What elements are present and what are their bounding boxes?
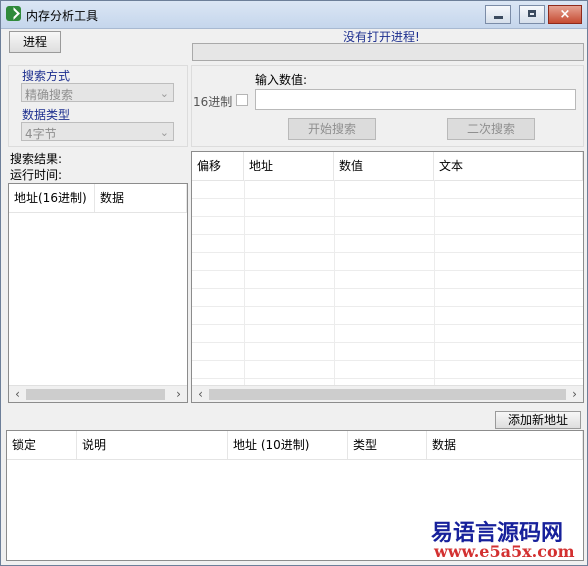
scrollbar-thumb[interactable] bbox=[26, 389, 165, 400]
maximize-button[interactable] bbox=[519, 5, 545, 24]
add-address-button[interactable]: 添加新地址 bbox=[495, 411, 581, 429]
chevron-down-icon: ⌄ bbox=[159, 126, 169, 139]
grid-line bbox=[192, 288, 583, 289]
start-search-button[interactable]: 开始搜索 bbox=[288, 118, 376, 140]
memory-horizontal-scrollbar[interactable]: ‹ › bbox=[192, 385, 583, 402]
scroll-left-icon[interactable]: ‹ bbox=[192, 386, 209, 403]
main-window: 内存分析工具 × 进程 没有打开进程! 搜索方式 精确搜索 ⌄ 数据类型 4字节… bbox=[0, 0, 588, 566]
grid-line bbox=[434, 180, 435, 385]
column-address-hex[interactable]: 地址(16进制) bbox=[9, 184, 95, 212]
memory-view-table[interactable]: 偏移 地址 数值 文本 ‹ › bbox=[191, 151, 584, 403]
scroll-right-icon[interactable]: › bbox=[566, 386, 583, 403]
search-mode-select[interactable]: 精确搜索 ⌄ bbox=[21, 83, 174, 102]
search-results-header: 地址(16进制) 数据 bbox=[9, 184, 187, 213]
grid-line bbox=[192, 342, 583, 343]
grid-line bbox=[192, 198, 583, 199]
input-value-label: 输入数值: bbox=[255, 73, 308, 87]
grid-line bbox=[192, 270, 583, 271]
data-type-value: 4字节 bbox=[25, 127, 57, 141]
column-address[interactable]: 地址 bbox=[244, 152, 334, 180]
maximize-icon bbox=[528, 10, 536, 17]
minimize-icon bbox=[494, 16, 503, 19]
data-type-select[interactable]: 4字节 ⌄ bbox=[21, 122, 174, 141]
scrollbar-thumb[interactable] bbox=[209, 389, 566, 400]
column-address-decimal[interactable]: 地址 (10进制) bbox=[228, 431, 348, 459]
run-time-label: 运行时间: bbox=[10, 168, 63, 182]
column-lock[interactable]: 锁定 bbox=[7, 431, 77, 459]
minimize-button[interactable] bbox=[485, 5, 511, 24]
data-type-label: 数据类型 bbox=[22, 108, 71, 122]
column-data[interactable]: 数据 bbox=[95, 184, 187, 212]
address-list-header: 锁定 说明 地址 (10进制) 类型 数据 bbox=[7, 431, 583, 460]
progress-bar bbox=[192, 43, 584, 61]
search-mode-value: 精确搜索 bbox=[25, 88, 74, 102]
window-title: 内存分析工具 bbox=[26, 9, 99, 23]
title-bar: 内存分析工具 × bbox=[1, 1, 587, 29]
grid-line bbox=[192, 234, 583, 235]
hex-checkbox[interactable] bbox=[236, 94, 248, 106]
grid-line bbox=[334, 180, 335, 385]
search-result-label: 搜索结果: bbox=[10, 152, 63, 166]
grid-line bbox=[192, 216, 583, 217]
hex-label: 16进制 bbox=[193, 95, 233, 109]
column-description[interactable]: 说明 bbox=[77, 431, 228, 459]
grid-line bbox=[192, 252, 583, 253]
search-value-input[interactable] bbox=[255, 89, 576, 110]
column-value[interactable]: 数值 bbox=[334, 152, 434, 180]
grid-line bbox=[192, 378, 583, 379]
close-icon: × bbox=[559, 7, 571, 22]
grid-line bbox=[192, 360, 583, 361]
column-data[interactable]: 数据 bbox=[427, 431, 583, 459]
grid-line bbox=[192, 306, 583, 307]
column-type[interactable]: 类型 bbox=[348, 431, 427, 459]
results-horizontal-scrollbar[interactable]: ‹ › bbox=[9, 385, 187, 402]
column-offset[interactable]: 偏移 bbox=[192, 152, 244, 180]
column-text[interactable]: 文本 bbox=[434, 152, 583, 180]
grid-line bbox=[244, 180, 245, 385]
memory-view-header: 偏移 地址 数值 文本 bbox=[192, 152, 583, 181]
second-search-button[interactable]: 二次搜索 bbox=[447, 118, 535, 140]
process-button[interactable]: 进程 bbox=[9, 31, 61, 53]
app-icon bbox=[6, 6, 21, 21]
scroll-right-icon[interactable]: › bbox=[170, 386, 187, 403]
close-button[interactable]: × bbox=[548, 5, 582, 24]
chevron-down-icon: ⌄ bbox=[159, 87, 169, 100]
search-mode-label: 搜索方式 bbox=[22, 69, 71, 83]
search-results-table[interactable]: 地址(16进制) 数据 ‹ › bbox=[8, 183, 188, 403]
scroll-left-icon[interactable]: ‹ bbox=[9, 386, 26, 403]
grid-line bbox=[192, 324, 583, 325]
watermark-url: www.e5a5x.com bbox=[434, 542, 575, 561]
